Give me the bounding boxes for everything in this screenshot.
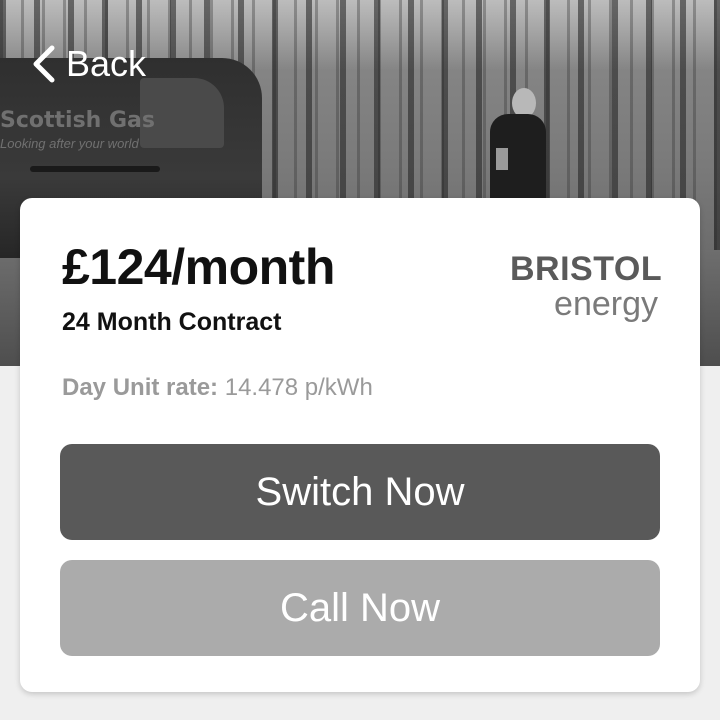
tariff-card: £124/month 24 Month Contract BRISTOL ene… (20, 198, 700, 692)
person-reflective-band (496, 148, 508, 170)
unit-rate-value: 14.478 p/kWh (218, 374, 373, 401)
bristol-energy-logo: BRISTOL energy (510, 250, 663, 330)
chevron-left-icon (30, 42, 58, 86)
logo-line-2: energy (554, 285, 658, 323)
call-now-label: Call Now (279, 585, 441, 630)
tariff-price: £124/month (62, 239, 335, 295)
van-stripe (30, 166, 160, 172)
logo-line-1: BRISTOL (510, 250, 663, 288)
back-button[interactable]: Back (30, 40, 146, 88)
contract-length: 24 Month Contract (62, 308, 282, 336)
unit-rate: Day Unit rate: 14.478 p/kWh (62, 374, 373, 402)
unit-rate-label: Day Unit rate: (62, 374, 219, 401)
call-now-button[interactable]: Call Now (60, 560, 660, 656)
switch-now-label: Switch Now (255, 469, 465, 514)
van-tagline-text: Looking after your world (0, 136, 139, 151)
van-brand-text: Scottish Gas (0, 108, 155, 133)
switch-now-button[interactable]: Switch Now (60, 444, 660, 540)
back-label: Back (66, 43, 147, 84)
